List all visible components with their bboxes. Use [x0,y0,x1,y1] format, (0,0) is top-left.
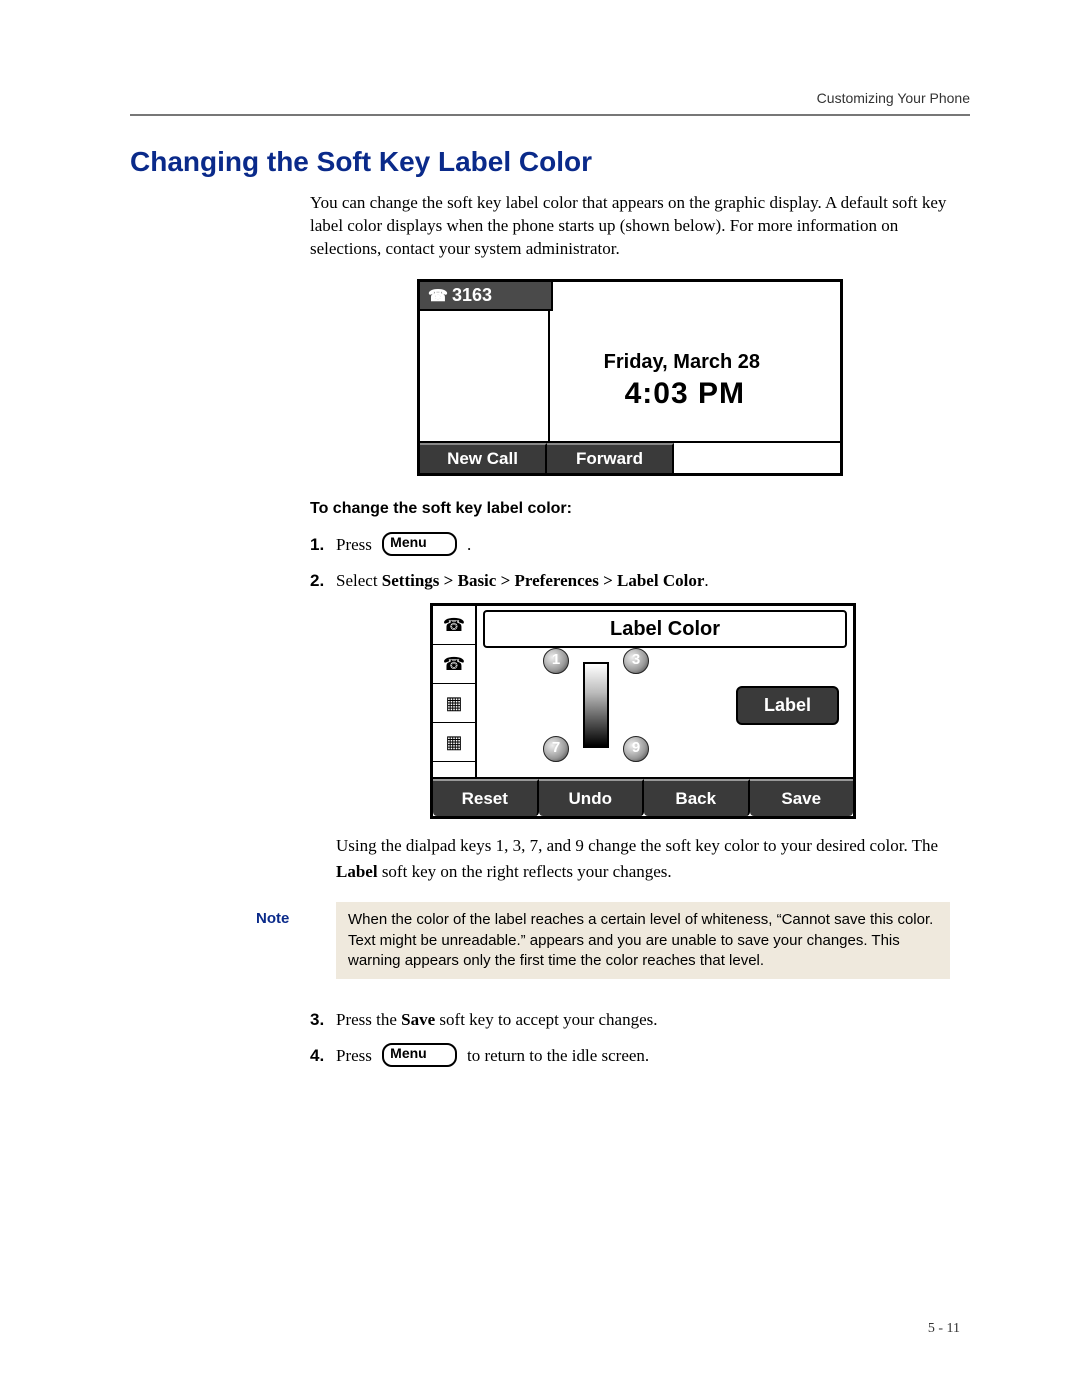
softkey-spacer [674,443,840,473]
step-2-label-word: Label [336,862,378,881]
step-1: 1. Press Menu . [310,532,950,558]
softkey-save[interactable]: Save [750,779,854,817]
step-2-after-a: Using the dialpad keys 1, 3, 7, and 9 ch… [336,836,938,855]
phone-screen-label-color: ☎ ☎ ▦ ▦ Label Color [430,603,856,819]
digit-9: 9 [623,736,649,762]
menu-button[interactable]: Menu [382,1043,457,1067]
digit-7: 7 [543,736,569,762]
softkey-reset[interactable]: Reset [433,779,539,817]
digit-1: 1 [543,648,569,674]
section-title: Changing the Soft Key Label Color [130,146,970,178]
label-preview-softkey: Label [736,686,839,725]
step-2-select: Select [336,571,382,590]
step-4-tail: to return to the idle screen. [467,1046,649,1065]
note-label: Note [256,902,336,979]
figure-label-color: ☎ ☎ ▦ ▦ Label Color [336,603,950,819]
header-rule [130,114,970,116]
idle-sidebar [420,311,550,441]
label-color-title: Label Color [483,610,847,648]
softkey-forward[interactable]: Forward [547,443,674,473]
step-4-number: 4. [310,1043,336,1069]
step-1-number: 1. [310,532,336,558]
digit-3: 3 [623,648,649,674]
step-3: 3. Press the Save soft key to accept you… [310,1007,950,1033]
line-key-icon: ▦ [433,723,475,762]
line-key-icon: ☎ [433,645,475,684]
idle-time: 4:03 PM [625,377,745,411]
phone-icon: ☎ [428,286,448,306]
step-1-press: Press [336,535,372,554]
page-number: 5 - 11 [928,1321,960,1337]
figure-idle-screen: ☎3163 Friday, March 28 4:03 PM New Call … [310,279,950,476]
intro-paragraph: You can change the soft key label color … [310,192,950,261]
running-header: Customizing Your Phone [130,90,970,106]
gradient-bar-left [583,662,609,748]
softkey-new-call[interactable]: New Call [420,443,547,473]
step-3-a: Press the [336,1010,401,1029]
step-2-number: 2. [310,568,336,594]
step-3-number: 3. [310,1007,336,1033]
line-key-icon: ▦ [433,684,475,723]
step-1-period: . [467,535,471,554]
color-picker: 1 7 3 9 [537,648,655,762]
softkey-undo[interactable]: Undo [539,779,645,817]
line-key-icon: ☎ [433,606,475,645]
step-2-path: Settings > Basic > Preferences > Label C… [382,571,705,590]
line-key-column: ☎ ☎ ▦ ▦ [433,606,477,777]
note-body: When the color of the label reaches a ce… [336,902,950,979]
step-2: 2. Select Settings > Basic > Preferences… [310,568,950,997]
step-2-after-b: soft key on the right reflects your chan… [378,862,672,881]
softkey-back[interactable]: Back [644,779,750,817]
extension-badge: ☎3163 [420,282,553,311]
step-3-c: soft key to accept your changes. [435,1010,657,1029]
extension-number: 3163 [452,285,492,305]
step-3-save: Save [401,1010,435,1029]
step-4-press: Press [336,1046,372,1065]
phone-screen-idle: ☎3163 Friday, March 28 4:03 PM New Call … [417,279,843,476]
procedure-subhead: To change the soft key label color: [310,500,950,518]
idle-date: Friday, March 28 [604,351,760,374]
note-block: Note When the color of the label reaches… [256,902,950,979]
menu-button[interactable]: Menu [382,532,457,556]
step-4: 4. Press Menu to return to the idle scre… [310,1043,950,1069]
step-2-period: . [704,571,708,590]
